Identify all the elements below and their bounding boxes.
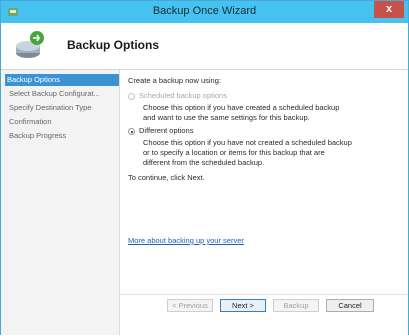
page-title: Backup Options — [67, 38, 160, 52]
close-button[interactable]: x — [374, 1, 404, 18]
different-options-radio[interactable] — [128, 128, 135, 135]
wizard-header: Backup Options — [1, 23, 408, 70]
scheduled-options-label[interactable]: Scheduled backup options — [139, 91, 227, 101]
different-options-label[interactable]: Different options — [139, 126, 193, 136]
cancel-button[interactable]: Cancel — [326, 299, 374, 312]
different-options-desc-line2: or to specify a location or items for th… — [143, 148, 325, 157]
title-bar[interactable]: Backup Once Wizard x — [1, 1, 408, 23]
step-select-backup-configuration[interactable]: Select Backup Configurat... — [7, 88, 117, 100]
different-options-desc-line3: different from the scheduled backup. — [143, 158, 265, 167]
wizard-footer: < Previous Next > Backup Cancel — [120, 294, 408, 336]
step-specify-destination-type[interactable]: Specify Destination Type — [7, 102, 117, 114]
scheduled-options-desc-line1: Choose this option if you have created a… — [143, 103, 340, 112]
window-title: Backup Once Wizard — [152, 5, 257, 17]
step-backup-options[interactable]: Backup Options — [5, 74, 119, 86]
scheduled-options-radio[interactable] — [128, 93, 135, 100]
backup-icon — [16, 31, 44, 58]
next-button[interactable]: Next > — [220, 299, 266, 312]
scheduled-options-desc-line2: and want to use the same settings for th… — [143, 113, 310, 122]
wizard-steps-sidebar: Backup Options Select Backup Configurat.… — [1, 70, 120, 335]
more-about-backup-link[interactable]: More about backing up your server — [128, 236, 244, 246]
wizard-content: Create a backup now using: Scheduled bac… — [120, 70, 408, 294]
different-options-desc-line1: Choose this option if you have not creat… — [143, 138, 352, 147]
previous-button[interactable]: < Previous — [167, 299, 213, 312]
step-confirmation[interactable]: Confirmation — [7, 116, 117, 128]
continue-instruction: To continue, click Next. — [128, 173, 205, 182]
prompt-text: Create a backup now using: — [128, 76, 221, 85]
backup-button[interactable]: Backup — [273, 299, 319, 312]
wizard-window: Backup Once Wizard x Backup Options Back… — [0, 0, 409, 336]
step-backup-progress[interactable]: Backup Progress — [7, 130, 117, 142]
